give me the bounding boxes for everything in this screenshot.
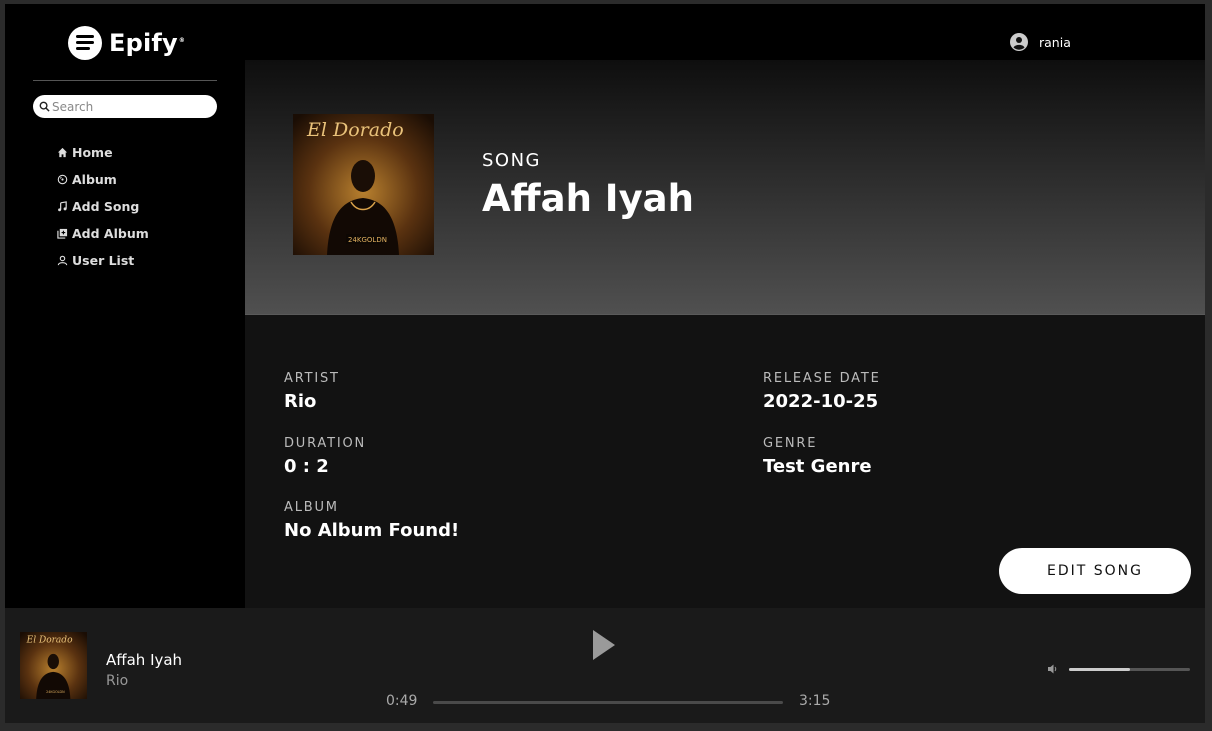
brand-name: Epify: [109, 29, 178, 57]
search-input[interactable]: [52, 99, 212, 114]
duration-field: DURATION 0 : 2: [284, 436, 366, 477]
music-note-icon: [57, 201, 68, 212]
sidebar-item-label: Add Song: [72, 199, 140, 214]
search-icon: [39, 101, 50, 112]
logo-icon: [68, 26, 102, 60]
song-type-label: SONG: [482, 150, 542, 171]
play-button[interactable]: [591, 628, 617, 662]
svg-text:El Dorado: El Dorado: [306, 119, 404, 141]
edit-song-button[interactable]: EDIT SONG: [999, 548, 1191, 594]
progress-slider[interactable]: [433, 701, 783, 704]
sidebar-item-add-album[interactable]: Add Album: [57, 220, 149, 247]
home-icon: [57, 147, 68, 158]
genre-label: GENRE: [763, 436, 818, 451]
current-time: 0:49: [386, 693, 418, 709]
brand-logo[interactable]: Epify®: [68, 26, 185, 60]
user-menu[interactable]: rania: [1010, 33, 1071, 51]
sidebar-item-label: Album: [72, 172, 117, 187]
app-window: Epify® Home Album Add Song: [5, 4, 1205, 723]
artist-label: ARTIST: [284, 371, 340, 386]
user-icon: [57, 255, 68, 266]
duration-value: 0 : 2: [284, 456, 329, 477]
album-field: ALBUM No Album Found!: [284, 500, 459, 541]
account-circle-icon: [1010, 33, 1028, 51]
player-bar: El Dorado 24KGOLDN Affah Iyah Rio 0:49 3…: [5, 608, 1205, 723]
duration-label: DURATION: [284, 436, 367, 451]
search-box[interactable]: [33, 95, 217, 118]
sidebar: Epify® Home Album Add Song: [5, 4, 245, 608]
artist-value: Rio: [284, 391, 317, 412]
song-title: Affah Iyah: [482, 177, 694, 220]
disc-icon: [57, 174, 68, 185]
sidebar-item-label: Home: [72, 145, 113, 160]
username: rania: [1039, 34, 1071, 50]
registered-mark: ®: [178, 37, 186, 44]
artist-field: ARTIST Rio: [284, 371, 340, 412]
now-playing-title: Affah Iyah: [106, 651, 183, 669]
release-date-value: 2022-10-25: [763, 391, 879, 412]
svg-text:24KGOLDN: 24KGOLDN: [348, 236, 387, 244]
now-playing-artist: Rio: [106, 673, 129, 689]
volume-icon[interactable]: [1047, 663, 1059, 675]
svg-text:El Dorado: El Dorado: [26, 635, 73, 645]
svg-text:24KGOLDN: 24KGOLDN: [46, 690, 65, 694]
volume-slider[interactable]: [1069, 668, 1190, 671]
release-date-field: RELEASE DATE 2022-10-25: [763, 371, 881, 412]
album-label: ALBUM: [284, 500, 339, 515]
genre-value: Test Genre: [763, 456, 872, 477]
sidebar-item-add-song[interactable]: Add Song: [57, 193, 149, 220]
album-value: No Album Found!: [284, 520, 460, 541]
sidebar-item-home[interactable]: Home: [57, 139, 149, 166]
sidebar-nav: Home Album Add Song Add Album User List: [57, 139, 149, 274]
add-album-icon: [57, 228, 68, 239]
sidebar-item-label: User List: [72, 253, 135, 268]
now-playing-cover: El Dorado 24KGOLDN: [20, 632, 87, 699]
volume-fill: [1069, 668, 1130, 671]
sidebar-item-album[interactable]: Album: [57, 166, 149, 193]
sidebar-item-label: Add Album: [72, 226, 149, 241]
sidebar-divider: [33, 80, 217, 81]
sidebar-item-user-list[interactable]: User List: [57, 247, 149, 274]
genre-field: GENRE Test Genre: [763, 436, 872, 477]
total-time: 3:15: [799, 693, 831, 709]
album-cover-image: El Dorado 24KGOLDN: [293, 114, 434, 255]
release-date-label: RELEASE DATE: [763, 371, 881, 386]
